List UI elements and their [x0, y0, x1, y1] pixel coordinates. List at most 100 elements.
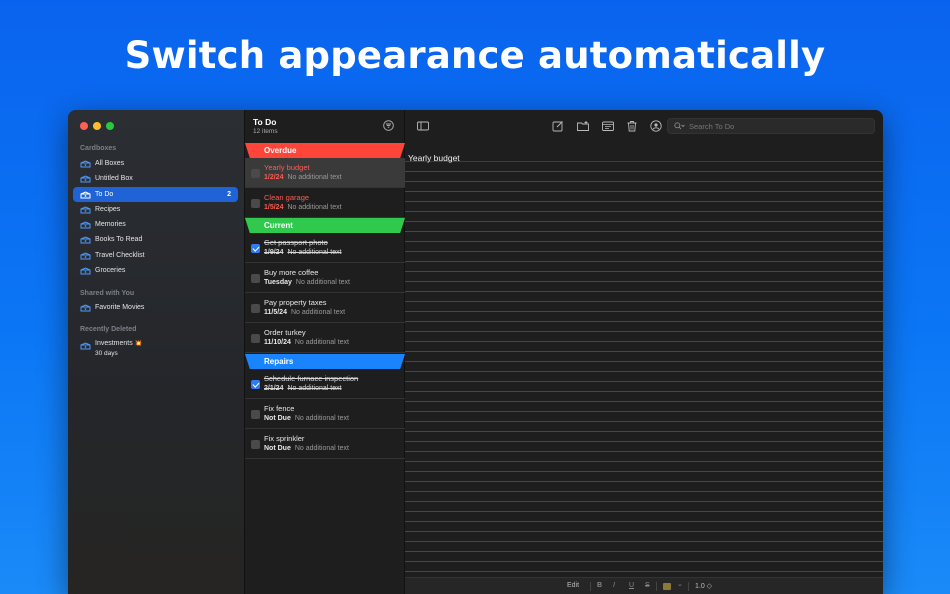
text-color-swatch[interactable]	[663, 583, 671, 590]
sidebar: Cardboxes All Boxes Untitled Box To Do 2…	[68, 110, 245, 594]
sidebar-item-travel-checklist[interactable]: Travel Checklist	[73, 248, 238, 263]
divider	[688, 582, 689, 591]
window-controls	[80, 122, 114, 130]
section-header-repairs[interactable]: Repairs	[245, 354, 405, 369]
sidebar-item-investments[interactable]: Investments 💥 30 days	[73, 337, 238, 359]
sidebar-item-favorite-movies[interactable]: Favorite Movies	[73, 300, 238, 315]
format-bar: Edit B I U S ⌄ 1.0 ◇	[405, 577, 883, 594]
share-people-icon[interactable]	[650, 120, 662, 132]
section-header-current[interactable]: Current	[245, 218, 405, 233]
item-title: Pay property taxes	[264, 298, 327, 307]
list-item[interactable]: Clean garage 1/5/24 No additional text	[245, 188, 405, 218]
cardbox-icon	[80, 220, 91, 229]
cardbox-icon	[80, 190, 91, 199]
section-header-overdue[interactable]: Overdue	[245, 143, 405, 158]
section-recently-deleted: Recently Deleted	[80, 326, 137, 333]
toolbar: Search To Do	[405, 110, 883, 142]
item-title: Fix sprinkler	[264, 434, 305, 443]
minimize-button[interactable]	[93, 122, 101, 130]
checkbox[interactable]	[251, 334, 260, 343]
note-title[interactable]: Yearly budget	[408, 153, 460, 163]
card-view-icon[interactable]	[602, 120, 614, 132]
list-item[interactable]: Fix sprinkler Not Due No additional text	[245, 429, 405, 459]
checkbox[interactable]	[251, 169, 260, 178]
sidebar-item-label: Books To Read	[95, 236, 143, 243]
item-note: No additional text	[287, 249, 342, 256]
item-title: Buy more coffee	[264, 268, 319, 277]
item-date: 1/9/24	[264, 249, 284, 256]
search-input[interactable]: Search To Do	[667, 118, 875, 134]
checkbox[interactable]	[251, 304, 260, 313]
cardbox-icon	[80, 235, 91, 244]
item-date: 2/1/24	[264, 385, 284, 392]
item-title: Clean garage	[264, 193, 310, 202]
sidebar-item-to-do[interactable]: To Do 2	[73, 187, 238, 202]
line-spacing-select[interactable]: 1.0 ◇	[695, 582, 712, 590]
item-title: Get passport photo	[264, 238, 328, 247]
sidebar-item-books-to-read[interactable]: Books To Read	[73, 232, 238, 247]
item-date: Tuesday	[264, 279, 292, 286]
checkbox[interactable]	[251, 410, 260, 419]
trash-icon[interactable]	[626, 120, 638, 132]
checkbox[interactable]	[251, 380, 260, 389]
divider	[590, 582, 591, 591]
item-date: 11/5/24	[264, 309, 287, 316]
list-item[interactable]: Yearly budget 1/2/24 No additional text	[245, 158, 405, 188]
italic-button[interactable]: I	[613, 582, 615, 589]
zoom-button[interactable]	[106, 122, 114, 130]
checkbox[interactable]	[251, 199, 260, 208]
compose-icon[interactable]	[552, 120, 564, 132]
sidebar-toggle-icon[interactable]	[417, 120, 429, 132]
underline-button[interactable]: U	[629, 582, 634, 589]
bold-button[interactable]: B	[597, 582, 602, 589]
sidebar-item-label: Groceries	[95, 267, 126, 274]
cardbox-icon	[80, 251, 91, 260]
sidebar-item-recipes[interactable]: Recipes	[73, 202, 238, 217]
cardbox-icon	[80, 342, 91, 350]
item-note: No additional text	[287, 204, 342, 211]
item-note: No additional text	[287, 385, 342, 392]
list-item[interactable]: Get passport photo 1/9/24 No additional t…	[245, 233, 405, 263]
checkbox[interactable]	[251, 440, 260, 449]
sidebar-item-all-boxes[interactable]: All Boxes	[73, 156, 238, 171]
item-note: No additional text	[294, 415, 349, 422]
checkbox[interactable]	[251, 244, 260, 253]
item-date: Not Due	[264, 445, 291, 452]
detail-pane: Search To Do Yearly budget Edit B I U S …	[405, 110, 883, 594]
filter-icon[interactable]	[383, 120, 394, 131]
new-folder-icon[interactable]	[577, 120, 589, 132]
sidebar-item-label: Travel Checklist	[95, 252, 145, 259]
list-item[interactable]: Order turkey 11/10/24 No additional text	[245, 323, 405, 353]
days-remaining: 30 days	[95, 350, 118, 357]
sidebar-item-label: Memories	[95, 221, 126, 228]
search-icon	[674, 122, 685, 130]
item-date: 1/5/24	[264, 204, 284, 211]
sidebar-item-memories[interactable]: Memories	[73, 217, 238, 232]
list-item[interactable]: Schedule furnace inspection 2/1/24 No add…	[245, 369, 405, 399]
edit-button[interactable]: Edit	[567, 582, 579, 589]
sidebar-item-label: All Boxes	[95, 160, 125, 167]
cardbox-icon	[80, 205, 91, 214]
sidebar-item-untitled-box[interactable]: Untitled Box	[73, 171, 238, 186]
explosion-icon: 💥	[134, 341, 143, 347]
cardbox-icon	[80, 174, 91, 183]
section-shared: Shared with You	[80, 290, 135, 297]
chevron-down-icon[interactable]: ⌄	[677, 580, 683, 588]
cardbox-icon	[80, 266, 91, 275]
list-title: To Do	[253, 117, 277, 127]
strikethrough-button[interactable]: S	[645, 582, 650, 589]
item-note: No additional text	[294, 445, 349, 452]
sidebar-item-groceries[interactable]: Groceries	[73, 263, 238, 278]
ruled-note-area[interactable]	[405, 162, 883, 580]
divider	[656, 582, 657, 591]
headline: Switch appearance automatically	[124, 34, 826, 77]
close-button[interactable]	[80, 122, 88, 130]
list-item[interactable]: Pay property taxes 11/5/24 No additional …	[245, 293, 405, 323]
checkbox[interactable]	[251, 274, 260, 283]
item-date: 1/2/24	[264, 174, 284, 181]
item-note: No additional text	[294, 339, 349, 346]
sidebar-item-label: Favorite Movies	[95, 304, 145, 311]
list-item[interactable]: Fix fence Not Due No additional text	[245, 399, 405, 429]
list-item[interactable]: Buy more coffee Tuesday No additional tex…	[245, 263, 405, 293]
app-window: Cardboxes All Boxes Untitled Box To Do 2…	[68, 110, 883, 594]
